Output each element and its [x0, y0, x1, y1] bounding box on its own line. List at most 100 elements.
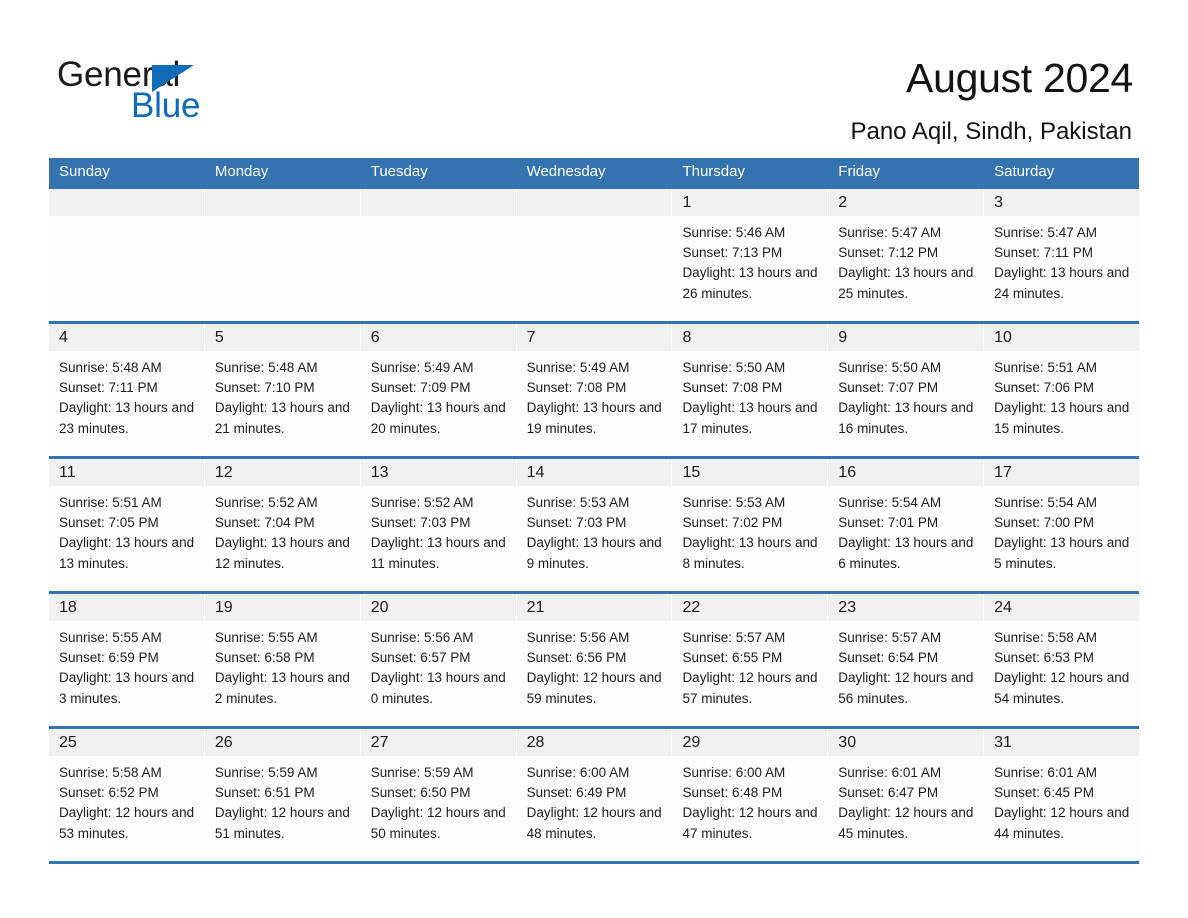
day-cell[interactable]: 19 Sunrise: 5:55 AM Sunset: 6:58 PM Dayligh… [204, 594, 360, 726]
daylight-text: Daylight: 13 hours and 25 minutes. [838, 265, 974, 301]
day-number: 13 [370, 464, 389, 481]
day-cell[interactable]: 11 Sunrise: 5:51 AM Sunset: 7:05 PM Dayligh… [49, 459, 204, 591]
day-number-band: 15 [672, 459, 828, 486]
day-cell[interactable]: 9 Sunrise: 5:50 AM Sunset: 7:07 PM Daylight… [828, 324, 984, 456]
day-details: Sunrise: 5:52 AM Sunset: 7:03 PM Daylight:… [361, 486, 516, 574]
daylight-text: Daylight: 13 hours and 9 minutes. [526, 535, 662, 571]
day-details: Sunrise: 6:01 AM Sunset: 6:45 PM Daylight:… [984, 756, 1139, 844]
daylight-text: Daylight: 13 hours and 8 minutes. [682, 535, 818, 571]
calendar-bottom-rule [49, 861, 1139, 864]
day-number-band: 30 [828, 729, 984, 756]
day-cell[interactable]: 15 Sunrise: 5:53 AM Sunset: 7:02 PM Dayligh… [672, 459, 828, 591]
sunset-text: Sunset: 7:02 PM [682, 515, 783, 531]
daylight-text: Daylight: 13 hours and 2 minutes. [214, 670, 350, 706]
sunrise-text: Sunrise: 5:49 AM [526, 360, 630, 375]
day-number: 8 [682, 329, 692, 346]
day-cell[interactable]: 29 Sunrise: 6:00 AM Sunset: 6:48 PM Dayligh… [672, 729, 828, 861]
day-details: Sunrise: 5:47 AM Sunset: 7:12 PM Daylight:… [828, 216, 983, 304]
day-cell[interactable]: 21 Sunrise: 5:56 AM Sunset: 6:56 PM Dayligh… [516, 594, 672, 726]
daylight-text: Daylight: 12 hours and 48 minutes. [526, 805, 662, 841]
day-cell[interactable]: 27 Sunrise: 5:59 AM Sunset: 6:50 PM Dayligh… [360, 729, 516, 861]
sunrise-text: Sunrise: 5:59 AM [370, 765, 474, 780]
sunrise-text: Sunrise: 5:53 AM [526, 495, 630, 510]
sunrise-text: Sunrise: 5:56 AM [370, 630, 474, 645]
day-cell[interactable]: 31 Sunrise: 6:01 AM Sunset: 6:45 PM Dayligh… [984, 729, 1140, 861]
weekday-header-sunday: Sunday [59, 163, 110, 180]
sunrise-text: Sunrise: 5:55 AM [214, 630, 318, 645]
calendar-page: General Blue August 2024 Pano Aqil, Sind… [0, 0, 1188, 918]
sunrise-text: Sunrise: 5:50 AM [682, 360, 786, 375]
sunrise-text: Sunrise: 6:01 AM [838, 765, 942, 780]
day-cell[interactable]: 13 Sunrise: 5:52 AM Sunset: 7:03 PM Dayligh… [360, 459, 516, 591]
day-cell[interactable]: 28 Sunrise: 6:00 AM Sunset: 6:49 PM Dayligh… [516, 729, 672, 861]
day-number-band: 5 [204, 324, 360, 351]
day-cell[interactable]: 4 Sunrise: 5:48 AM Sunset: 7:11 PM Daylight… [49, 324, 204, 456]
daylight-text: Daylight: 13 hours and 11 minutes. [370, 535, 506, 571]
day-cell[interactable]: 23 Sunrise: 5:57 AM Sunset: 6:54 PM Dayligh… [828, 594, 984, 726]
day-cell[interactable]: 17 Sunrise: 5:54 AM Sunset: 7:00 PM Dayligh… [984, 459, 1140, 591]
day-number-band: 3 [984, 189, 1140, 216]
sunrise-text: Sunrise: 5:49 AM [370, 360, 474, 375]
daylight-text: Daylight: 12 hours and 56 minutes. [838, 670, 974, 706]
day-number: 15 [682, 464, 701, 481]
page-title: August 2024 [906, 55, 1133, 101]
day-cell[interactable]: 25 Sunrise: 5:58 AM Sunset: 6:52 PM Dayligh… [49, 729, 204, 861]
sunset-text: Sunset: 7:05 PM [59, 515, 159, 531]
sunrise-text: Sunrise: 6:00 AM [526, 765, 630, 780]
day-cell[interactable]: 24 Sunrise: 5:58 AM Sunset: 6:53 PM Dayligh… [984, 594, 1140, 726]
brand-logo[interactable]: General Blue [57, 56, 387, 126]
day-cell[interactable]: 16 Sunrise: 5:54 AM Sunset: 7:01 PM Dayligh… [828, 459, 984, 591]
day-number: 7 [526, 329, 536, 346]
week-cells: 25 Sunrise: 5:58 AM Sunset: 6:52 PM Dayligh… [49, 729, 1140, 861]
day-cell[interactable]: 14 Sunrise: 5:53 AM Sunset: 7:03 PM Dayligh… [516, 459, 672, 591]
day-cell[interactable]: 20 Sunrise: 5:56 AM Sunset: 6:57 PM Dayligh… [360, 594, 516, 726]
sunrise-text: Sunrise: 5:48 AM [59, 360, 162, 375]
week-cells: 4 Sunrise: 5:48 AM Sunset: 7:11 PM Daylight… [49, 324, 1140, 456]
day-number-band: 21 [516, 594, 672, 621]
day-cell[interactable]: 12 Sunrise: 5:52 AM Sunset: 7:04 PM Dayligh… [204, 459, 360, 591]
day-number: 5 [214, 329, 224, 346]
day-number: 3 [994, 194, 1004, 211]
day-number-band: 28 [516, 729, 672, 756]
day-cell[interactable]: 2 Sunrise: 5:47 AM Sunset: 7:12 PM Daylight… [828, 189, 984, 321]
daylight-text: Daylight: 12 hours and 45 minutes. [838, 805, 974, 841]
day-details: Sunrise: 5:51 AM Sunset: 7:05 PM Daylight:… [49, 486, 204, 574]
day-cell[interactable]: 7 Sunrise: 5:49 AM Sunset: 7:08 PM Daylight… [516, 324, 672, 456]
day-cell[interactable]: 26 Sunrise: 5:59 AM Sunset: 6:51 PM Dayligh… [204, 729, 360, 861]
day-cell[interactable]: 3 Sunrise: 5:47 AM Sunset: 7:11 PM Daylight… [984, 189, 1140, 321]
day-cell[interactable]: 8 Sunrise: 5:50 AM Sunset: 7:08 PM Daylight… [672, 324, 828, 456]
day-number-band: 8 [672, 324, 828, 351]
day-number: 30 [838, 734, 857, 751]
day-number: 19 [214, 599, 233, 616]
day-number-band: 2 [828, 189, 984, 216]
sunset-text: Sunset: 6:54 PM [838, 650, 939, 666]
sunset-text: Sunset: 7:00 PM [994, 515, 1094, 531]
day-cell[interactable]: 30 Sunrise: 6:01 AM Sunset: 6:47 PM Dayligh… [828, 729, 984, 861]
daylight-text: Daylight: 13 hours and 24 minutes. [994, 265, 1130, 301]
day-cell[interactable]: 18 Sunrise: 5:55 AM Sunset: 6:59 PM Dayligh… [49, 594, 204, 726]
sunrise-text: Sunrise: 5:55 AM [59, 630, 162, 645]
day-number: 6 [370, 329, 380, 346]
sunset-text: Sunset: 6:51 PM [214, 785, 315, 801]
day-cell[interactable]: 5 Sunrise: 5:48 AM Sunset: 7:10 PM Daylight… [204, 324, 360, 456]
day-cell[interactable]: 10 Sunrise: 5:51 AM Sunset: 7:06 PM Dayligh… [984, 324, 1140, 456]
calendar-week-row: 18 Sunrise: 5:55 AM Sunset: 6:59 PM Dayligh… [49, 591, 1140, 726]
day-details: Sunrise: 5:56 AM Sunset: 6:57 PM Daylight:… [361, 621, 516, 709]
day-details: Sunrise: 5:50 AM Sunset: 7:07 PM Daylight:… [828, 351, 983, 439]
calendar-week-row: 4 Sunrise: 5:48 AM Sunset: 7:11 PM Daylight… [49, 321, 1140, 456]
sunset-text: Sunset: 7:11 PM [59, 380, 158, 396]
day-details: Sunrise: 5:53 AM Sunset: 7:03 PM Daylight:… [517, 486, 672, 574]
sunset-text: Sunset: 6:56 PM [526, 650, 627, 666]
day-cell[interactable]: 1 Sunrise: 5:46 AM Sunset: 7:13 PM Daylight… [672, 189, 828, 321]
day-cell[interactable]: 22 Sunrise: 5:57 AM Sunset: 6:55 PM Dayligh… [672, 594, 828, 726]
sunset-text: Sunset: 7:01 PM [838, 515, 939, 531]
sunset-text: Sunset: 7:13 PM [682, 245, 783, 261]
day-cell[interactable]: 6 Sunrise: 5:49 AM Sunset: 7:09 PM Daylight… [360, 324, 516, 456]
day-number: 4 [59, 329, 68, 346]
day-number-band: 31 [984, 729, 1140, 756]
sunset-text: Sunset: 7:09 PM [370, 380, 471, 396]
day-number: 22 [682, 599, 701, 616]
weekday-header-saturday: Saturday [983, 158, 1139, 186]
calendar-weeks: 1 Sunrise: 5:46 AM Sunset: 7:13 PM Daylight… [49, 186, 1140, 861]
day-number-band: 6 [360, 324, 516, 351]
